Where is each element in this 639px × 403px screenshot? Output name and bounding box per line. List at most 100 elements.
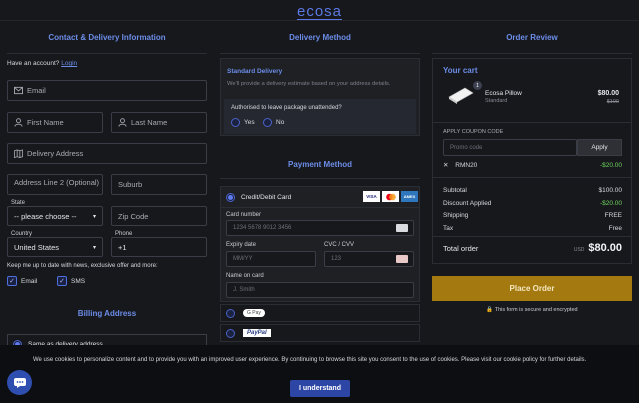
country-select[interactable]: United States ▾ <box>7 237 103 257</box>
delivery-address-field[interactable]: Delivery Address <box>7 143 207 164</box>
unattended-question: Authorised to leave package unattended? <box>231 105 342 111</box>
total-currency: USD <box>573 247 585 253</box>
expiry-placeholder: MM/YY <box>233 256 253 262</box>
tax-row: Tax Free <box>443 225 622 232</box>
remove-coupon-icon[interactable]: ✕ <box>443 162 448 169</box>
brand-logo[interactable]: ecosa <box>0 3 639 20</box>
checkmark-icon[interactable]: ✓ <box>7 276 17 286</box>
visa-icon: VISA <box>363 191 380 202</box>
shipping-value: FREE <box>604 212 622 219</box>
tax-label: Tax <box>443 225 454 232</box>
delivery-divider <box>220 53 420 54</box>
standard-delivery-desc: We'll provide a delivery estimate based … <box>227 81 391 87</box>
total-label: Total order <box>443 243 479 253</box>
cvc-label: CVC / CVV <box>324 242 355 248</box>
item-qty-badge: 1 <box>473 81 482 90</box>
opt-email[interactable]: ✓ Email <box>7 276 37 286</box>
promo-placeholder: Promo code <box>450 144 483 151</box>
radio-selected[interactable] <box>226 193 235 202</box>
zip-placeholder: Zip Code <box>118 211 149 221</box>
name-on-card-field[interactable]: J. Smith <box>226 282 414 298</box>
gpay-option[interactable]: G Pay <box>220 304 420 322</box>
card-option-label: Credit/Debit Card <box>241 194 292 201</box>
phone-field[interactable]: +1 <box>111 237 207 257</box>
paypal-option[interactable]: PayPal <box>220 324 420 342</box>
zip-code-field[interactable]: Zip Code <box>111 206 207 226</box>
apply-button[interactable]: Apply <box>577 139 622 156</box>
total-row: Total order USD $80.00 <box>443 242 622 254</box>
checkmark-icon[interactable]: ✓ <box>57 276 67 286</box>
applied-code: RMN20 <box>455 162 478 169</box>
radio-unselected[interactable] <box>263 118 272 127</box>
cookie-text: We use cookies to personalize content an… <box>33 357 587 363</box>
address-line2-placeholder: Address Line 2 (Optional) <box>14 178 100 187</box>
chat-button[interactable] <box>7 370 32 395</box>
standard-delivery-panel[interactable]: Standard Delivery We'll provide a delive… <box>220 58 420 136</box>
discount-label: Discount Applied <box>443 200 492 207</box>
pillow-image <box>447 85 475 105</box>
header-divider <box>0 20 639 21</box>
radio-unselected[interactable] <box>226 328 235 338</box>
summary-divider <box>433 177 631 178</box>
name-on-card-label: Name on card <box>226 273 264 279</box>
item-price: $80.00 <box>597 90 619 97</box>
delivery-heading: Delivery Method <box>289 33 351 42</box>
last-name-field[interactable]: Last Name <box>111 112 207 133</box>
delivery-address-placeholder: Delivery Address <box>27 149 84 158</box>
expiry-field[interactable]: MM/YY <box>226 251 316 267</box>
order-review-heading: Order Review <box>506 33 558 42</box>
place-order-button[interactable]: Place Order <box>432 276 632 301</box>
email-field[interactable]: Email <box>7 80 207 101</box>
first-name-field[interactable]: First Name <box>7 112 103 133</box>
radio-unselected[interactable] <box>226 308 235 318</box>
cvc-field[interactable]: 123 <box>324 251 414 267</box>
card-brand-logos: VISA AMEX <box>363 191 418 202</box>
total-divider <box>433 236 631 237</box>
have-account-line: Have an account? Login <box>7 60 77 67</box>
lock-icon: 🔒 <box>486 307 494 313</box>
state-select[interactable]: -- please choose -- ▾ <box>7 206 103 226</box>
radio-unselected[interactable] <box>231 118 240 127</box>
card-back-icon <box>396 255 408 263</box>
standard-delivery-title: Standard Delivery <box>227 68 283 75</box>
discount-value: -$20.00 <box>599 200 622 207</box>
subtotal-value: $100.00 <box>598 187 623 194</box>
person-icon <box>118 118 127 127</box>
card-option[interactable]: Credit/Debit Card <box>226 193 291 202</box>
subtotal-row: Subtotal $100.00 <box>443 187 622 194</box>
cookie-accept-button[interactable]: I understand <box>290 380 350 397</box>
applied-discount: -$20.00 <box>599 161 622 169</box>
no-label: No <box>276 119 285 126</box>
have-account-text: Have an account? <box>7 60 60 67</box>
cart-panel: Your cart 1 Ecosa Pillow Standard $80.00… <box>432 58 632 264</box>
card-number-field[interactable]: 1234 5678 9012 3456 <box>226 220 414 236</box>
card-icon <box>396 224 408 232</box>
promo-code-input[interactable]: Promo code <box>443 139 577 156</box>
unattended-no[interactable]: No <box>263 118 284 127</box>
item-old-price: $100 <box>606 99 619 105</box>
expiry-label: Expiry date <box>226 242 257 248</box>
opt-sms[interactable]: ✓ SMS <box>57 276 85 286</box>
payment-heading: Payment Method <box>287 160 352 169</box>
tax-value: Free <box>608 225 622 232</box>
applied-coupon-row: ✕ RMN20 -$20.00 <box>443 161 622 170</box>
email-placeholder: Email <box>27 86 46 95</box>
card-payment-panel[interactable]: Credit/Debit Card VISA AMEX Card number … <box>220 186 420 302</box>
cvc-placeholder: 123 <box>331 256 342 262</box>
shipping-row: Shipping FREE <box>443 212 622 219</box>
chevron-down-icon: ▾ <box>92 244 96 251</box>
billing-heading: Billing Address <box>77 309 137 318</box>
google-pay-icon: G Pay <box>243 309 265 317</box>
login-link[interactable]: Login <box>61 60 77 67</box>
suburb-field[interactable]: Suburb <box>111 174 207 195</box>
shipping-label: Shipping <box>443 212 469 219</box>
contact-divider <box>7 53 207 54</box>
card-number-placeholder: 1234 5678 9012 3456 <box>233 225 292 231</box>
unattended-yes[interactable]: Yes <box>231 118 255 127</box>
address-line2-field[interactable]: Address Line 2 (Optional) <box>7 174 103 195</box>
total-value: $80.00 <box>588 242 622 254</box>
card-divider <box>221 207 419 208</box>
subtotal-label: Subtotal <box>443 187 467 194</box>
order-divider <box>432 53 632 54</box>
mastercard-icon <box>382 191 399 202</box>
